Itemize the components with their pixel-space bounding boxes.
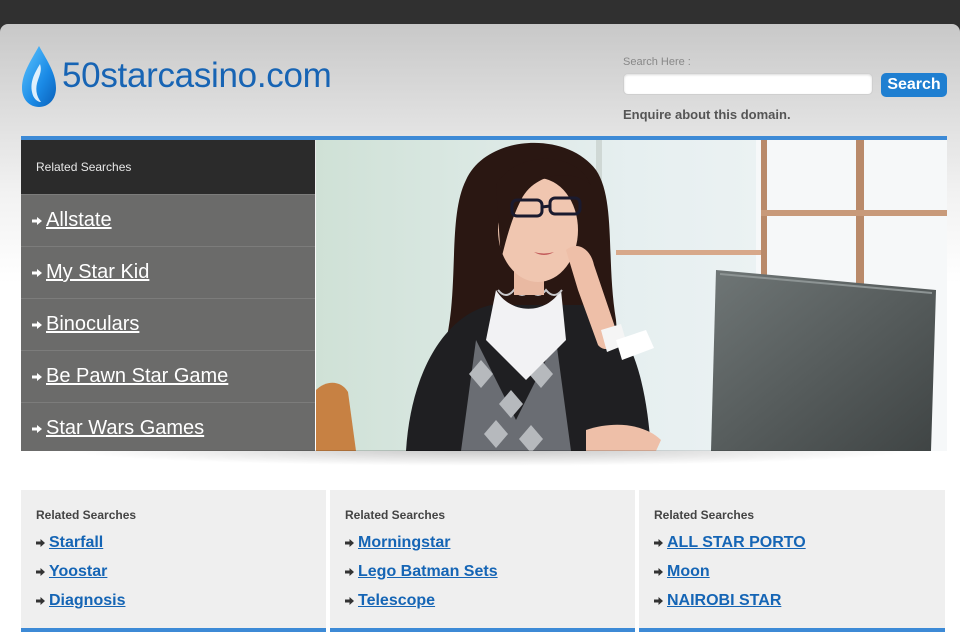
page: 50starcasino.com Search Here : Search En… [0,24,960,640]
sidebar-item[interactable]: Star Wars Games [21,402,315,454]
arrow-right-icon [32,268,42,277]
column-title: Related Searches [345,508,446,522]
column-title: Related Searches [36,508,137,522]
related-link[interactable]: Yoostar [49,563,107,581]
arrow-right-icon [32,424,42,433]
sidebar-item[interactable]: Binoculars [21,298,315,350]
related-link[interactable]: Starfall [49,534,103,552]
sidebar-link[interactable]: Allstate [46,209,112,232]
list-item[interactable]: NAIROBI STAR [654,592,806,621]
related-searches-column: Related Searches Starfall Yoostar Diagno… [21,490,326,632]
sidebar-title: Related Searches [21,140,315,194]
related-searches-column: Related Searches ALL STAR PORTO Moon NAI… [639,490,945,632]
sidebar-link[interactable]: Be Pawn Star Game [46,365,228,388]
arrow-right-icon [345,568,354,576]
hero-shadow [60,450,920,466]
column-title: Related Searches [654,508,755,522]
related-searches-column: Related Searches Morningstar Lego Batman… [330,490,635,632]
sidebar-link[interactable]: Star Wars Games [46,417,204,440]
search-button[interactable]: Search [881,73,947,97]
arrow-right-icon [32,372,42,381]
arrow-right-icon [654,539,663,547]
list-item[interactable]: Moon [654,563,806,592]
related-link[interactable]: Lego Batman Sets [358,563,498,581]
arrow-right-icon [32,216,42,225]
search-input[interactable] [623,73,873,95]
arrow-right-icon [36,568,45,576]
list-item[interactable]: Diagnosis [36,592,125,621]
enquire-link[interactable]: Enquire about this domain. [623,107,791,122]
list-item[interactable]: Starfall [36,534,125,563]
arrow-right-icon [36,597,45,605]
arrow-right-icon [345,539,354,547]
arrow-right-icon [345,597,354,605]
flame-drop-icon [22,46,56,107]
list-item[interactable]: Yoostar [36,563,125,592]
hero-section: Related Searches Allstate My Star Kid Bi… [21,136,947,451]
list-item[interactable]: Telescope [345,592,498,621]
hero-photo [316,140,947,451]
column-link-list: ALL STAR PORTO Moon NAIROBI STAR [654,534,806,621]
related-link[interactable]: Telescope [358,592,435,610]
related-link[interactable]: Diagnosis [49,592,125,610]
site-domain[interactable]: 50starcasino.com [62,56,332,96]
woman-laptop-illustration [316,140,947,451]
sidebar-item[interactable]: Allstate [21,194,315,246]
arrow-right-icon [654,568,663,576]
list-item[interactable]: Morningstar [345,534,498,563]
arrow-right-icon [654,597,663,605]
sidebar-item[interactable]: My Star Kid [21,246,315,298]
sidebar-link[interactable]: My Star Kid [46,261,149,284]
related-link[interactable]: Morningstar [358,534,450,552]
site-logo[interactable]: 50starcasino.com [20,44,332,108]
sidebar-item[interactable]: Be Pawn Star Game [21,350,315,402]
search-label: Search Here : [623,56,691,68]
arrow-right-icon [36,539,45,547]
column-link-list: Starfall Yoostar Diagnosis [36,534,125,621]
related-searches-sidebar: Related Searches Allstate My Star Kid Bi… [21,140,315,451]
list-item[interactable]: ALL STAR PORTO [654,534,806,563]
list-item[interactable]: Lego Batman Sets [345,563,498,592]
arrow-right-icon [32,320,42,329]
related-link[interactable]: ALL STAR PORTO [667,534,806,552]
related-link[interactable]: Moon [667,563,710,581]
column-link-list: Morningstar Lego Batman Sets Telescope [345,534,498,621]
related-link[interactable]: NAIROBI STAR [667,592,781,610]
sidebar-link[interactable]: Binoculars [46,313,139,336]
